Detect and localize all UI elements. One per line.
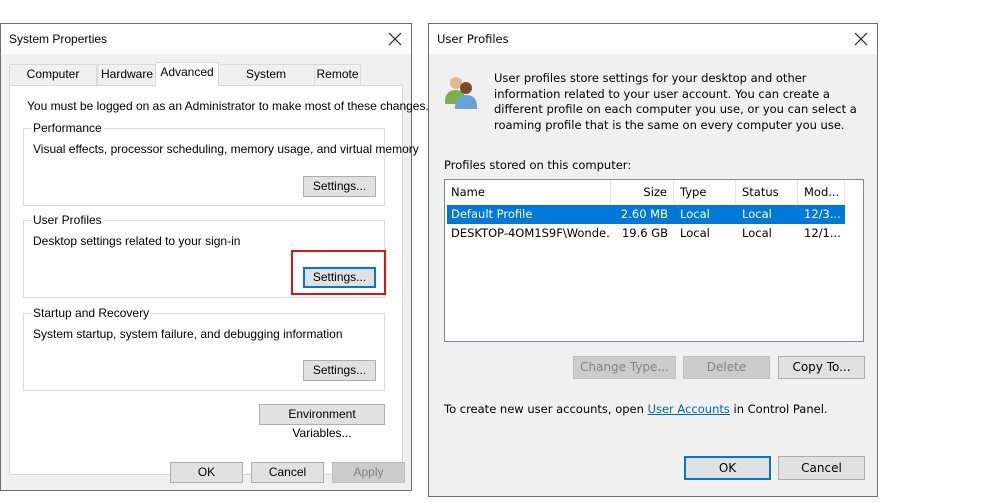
user-profiles-description: Desktop settings related to your sign-in — [33, 234, 241, 248]
highlight-annotation — [291, 250, 386, 295]
title-bar: System Properties — [1, 24, 411, 54]
profile-modified: 12/1... — [804, 226, 841, 240]
profiles-label: Profiles stored on this computer: — [444, 158, 632, 172]
dialog-title: User Profiles — [437, 32, 509, 46]
profile-size: 2.60 MB — [620, 207, 668, 221]
close-icon — [388, 32, 402, 46]
user-profiles-label: User Profiles — [31, 213, 104, 227]
performance-label: Performance — [31, 121, 104, 135]
ok-button[interactable]: OK — [170, 462, 243, 483]
ok-button[interactable]: OK — [684, 456, 771, 480]
startup-recovery-label: Startup and Recovery — [31, 306, 152, 320]
copy-to-button[interactable]: Copy To... — [778, 356, 865, 379]
table-row[interactable]: Default Profile 2.60 MB Local Local 12/3… — [447, 205, 845, 224]
profiles-list[interactable]: Name Size Type Status Mod... Default Pro… — [444, 179, 864, 342]
cancel-button[interactable]: Cancel — [778, 456, 865, 480]
startup-recovery-description: System startup, system failure, and debu… — [33, 327, 343, 341]
profile-modified: 12/3... — [804, 207, 841, 221]
profile-size: 19.6 GB — [621, 226, 668, 240]
tab-hardware[interactable]: Hardware — [97, 64, 157, 85]
change-type-button[interactable]: Change Type... — [573, 356, 676, 379]
apply-button[interactable]: Apply — [332, 462, 405, 483]
column-header-type[interactable]: Type — [674, 180, 736, 204]
title-bar: User Profiles — [429, 24, 877, 54]
users-icon — [443, 74, 479, 110]
performance-settings-button[interactable]: Settings... — [303, 176, 376, 197]
intro-text: User profiles store settings for your de… — [494, 71, 857, 132]
admin-notice: You must be logged on as an Administrato… — [27, 99, 429, 113]
tab-system-protection[interactable]: System Protection — [217, 64, 315, 100]
column-header-size[interactable]: Size — [611, 180, 674, 204]
column-header-modified[interactable]: Mod... — [798, 180, 845, 204]
list-header: Name Size Type Status Mod... — [445, 180, 845, 204]
performance-description: Visual effects, processor scheduling, me… — [33, 142, 419, 156]
delete-button[interactable]: Delete — [683, 356, 770, 379]
user-accounts-link[interactable]: User Accounts — [648, 402, 730, 416]
column-header-name[interactable]: Name — [445, 180, 611, 204]
user-profiles-dialog: User Profiles User profiles store settin… — [428, 23, 878, 497]
startup-recovery-group: Startup and Recovery System startup, sys… — [23, 306, 385, 391]
dialog-title: System Properties — [9, 32, 108, 46]
footer-prefix: To create new user accounts, open — [444, 402, 648, 416]
performance-group: Performance Visual effects, processor sc… — [23, 121, 419, 206]
profile-status: Local — [742, 226, 772, 240]
profile-type: Local — [680, 226, 710, 240]
environment-variables-button[interactable]: Environment Variables... — [259, 404, 385, 440]
profile-type: Local — [680, 207, 710, 221]
close-button[interactable] — [383, 27, 407, 51]
profile-name: Default Profile — [451, 207, 533, 221]
profile-status: Local — [742, 207, 772, 221]
footer-suffix: in Control Panel. — [729, 402, 828, 416]
tab-remote[interactable]: Remote — [314, 64, 361, 85]
table-row[interactable]: DESKTOP-4OM1S9F\Wonde... 19.6 GB Local L… — [447, 224, 845, 243]
cancel-button[interactable]: Cancel — [251, 462, 324, 483]
close-icon — [854, 32, 868, 46]
close-button[interactable] — [849, 27, 873, 51]
startup-recovery-settings-button[interactable]: Settings... — [303, 360, 376, 381]
profile-name: DESKTOP-4OM1S9F\Wonde... — [451, 226, 611, 240]
tab-advanced[interactable]: Advanced — [155, 62, 219, 86]
tab-computer-name[interactable]: Computer Name — [9, 64, 97, 100]
footer-text: To create new user accounts, open User A… — [444, 402, 828, 416]
column-header-status[interactable]: Status — [736, 180, 798, 204]
